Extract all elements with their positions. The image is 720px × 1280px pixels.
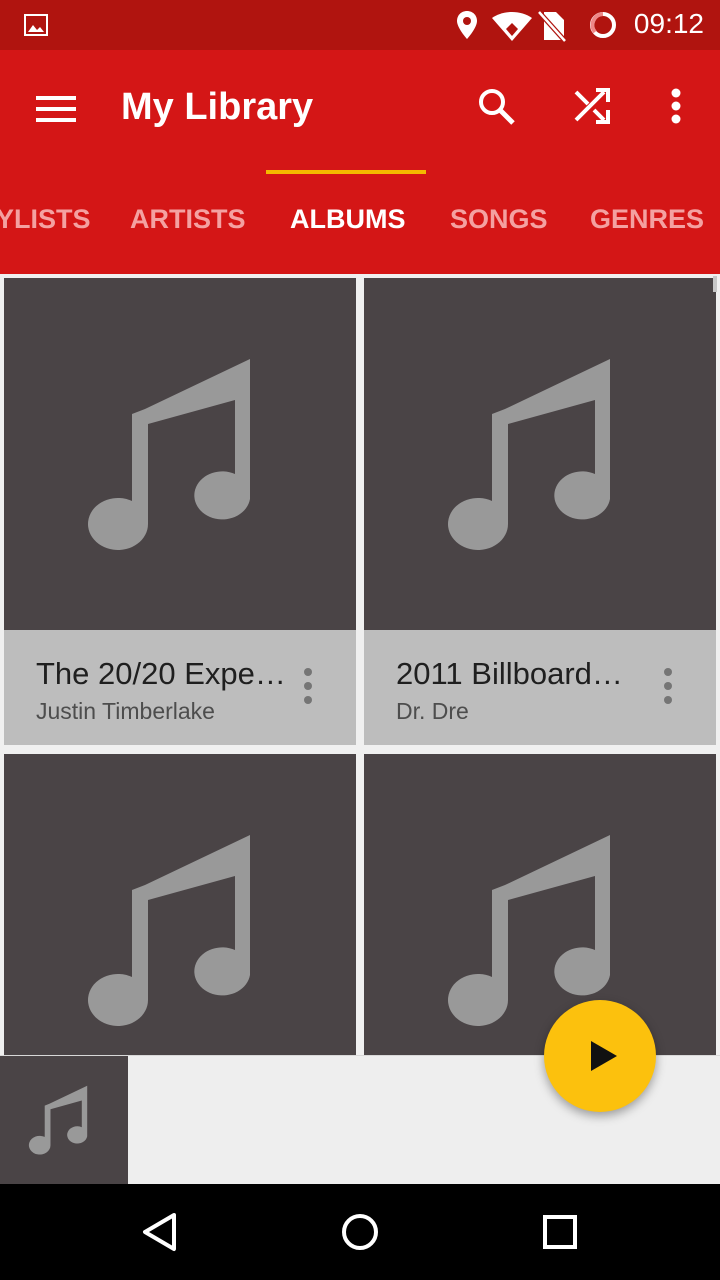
tab-bar: YLISTS ARTISTS ALBUMS SONGS GENRES [0,196,720,274]
page-title: My Library [121,86,314,128]
menu-icon[interactable] [36,96,76,127]
album-grid[interactable]: The 20/20 Expe… Justin Timberlake 2011 B… [0,274,720,1064]
music-note-icon [88,835,251,1026]
recents-icon [543,1215,577,1249]
mini-player-art [0,1056,128,1185]
album-artist: Justin Timberlake [36,698,215,724]
recents-button[interactable] [500,1184,620,1280]
album-art [4,278,356,630]
tab-albums[interactable]: ALBUMS [290,204,406,235]
tab-playlists[interactable]: YLISTS [0,204,91,235]
album-title: 2011 Billboard… [396,656,623,691]
no-sim-icon [537,10,567,47]
album-more-icon[interactable] [298,666,318,706]
more-vert-icon[interactable] [670,88,682,129]
search-icon[interactable] [478,88,516,131]
image-notification-icon [24,13,48,42]
scrollbar[interactable] [713,276,717,292]
app-bar: My Library YLISTS ARTISTS ALBUMS SONGS G… [0,50,720,274]
shuffle-icon[interactable] [574,88,610,129]
album-card[interactable]: The 20/20 Expe… Justin Timberlake [4,278,356,745]
album-artist: Dr. Dre [396,698,469,724]
tab-genres[interactable]: GENRES [590,204,704,235]
status-time: 09:12 [633,8,704,39]
music-note-icon [448,359,610,550]
album-card[interactable] [364,754,716,1064]
album-card[interactable] [4,754,356,1064]
location-icon [456,10,478,45]
album-card[interactable]: 2011 Billboard… Dr. Dre [364,278,716,745]
back-button[interactable] [100,1184,220,1280]
tab-songs[interactable]: SONGS [450,204,548,235]
album-art [364,278,716,630]
tab-artists[interactable]: ARTISTS [130,204,246,235]
album-more-icon[interactable] [658,666,678,706]
music-note-icon [28,1085,88,1155]
navigation-bar [0,1184,720,1280]
play-button[interactable] [544,1000,656,1112]
tab-indicator [266,170,426,174]
album-art [4,754,356,1064]
album-title: The 20/20 Expe… [36,656,286,691]
wifi-icon [492,12,532,47]
back-icon [143,1213,176,1251]
battery-ring-icon [588,10,618,45]
home-button[interactable] [300,1184,420,1280]
home-icon [342,1214,378,1250]
album-art [364,754,716,1064]
play-icon [591,1041,617,1071]
status-bar: 09:12 [0,0,720,50]
music-note-icon [88,359,251,550]
